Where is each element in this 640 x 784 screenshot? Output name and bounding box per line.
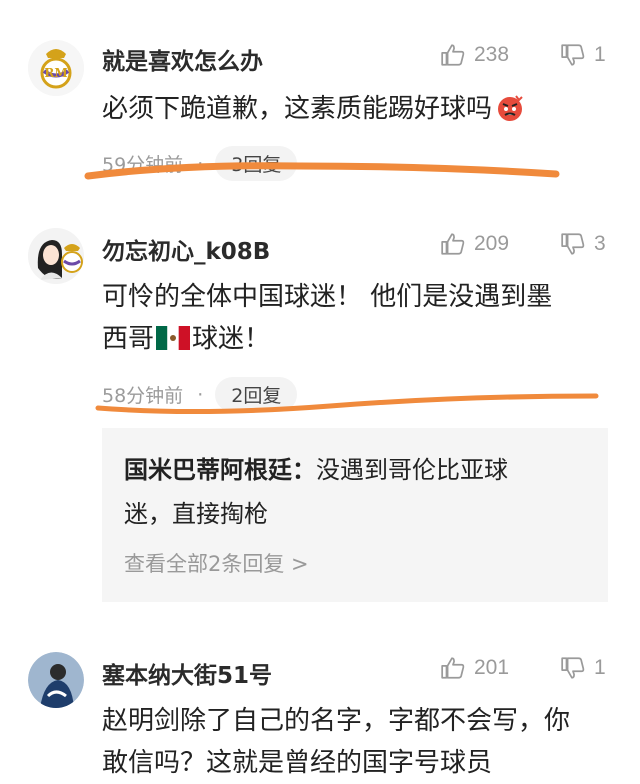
comment-3: 塞本纳大街51号 201 1 赵明剑除了自己的名字，字都不会写，你 敢信吗？这就… xyxy=(0,0,640,778)
thumbs-down-icon xyxy=(561,657,585,679)
dislike-count: 1 xyxy=(594,656,606,679)
player-photo-avatar-icon xyxy=(28,652,84,708)
like-button[interactable]: 201 xyxy=(440,655,509,681)
username[interactable]: 塞本纳大街51号 xyxy=(102,656,272,690)
dislike-button[interactable]: 1 xyxy=(560,655,606,681)
comment-text: 赵明剑除了自己的名字，字都不会写，你 敢信吗？这就是曾经的国字号球员 xyxy=(102,706,571,778)
thumbs-up-icon xyxy=(441,657,465,679)
like-count: 201 xyxy=(474,656,510,679)
avatar[interactable] xyxy=(28,652,84,708)
